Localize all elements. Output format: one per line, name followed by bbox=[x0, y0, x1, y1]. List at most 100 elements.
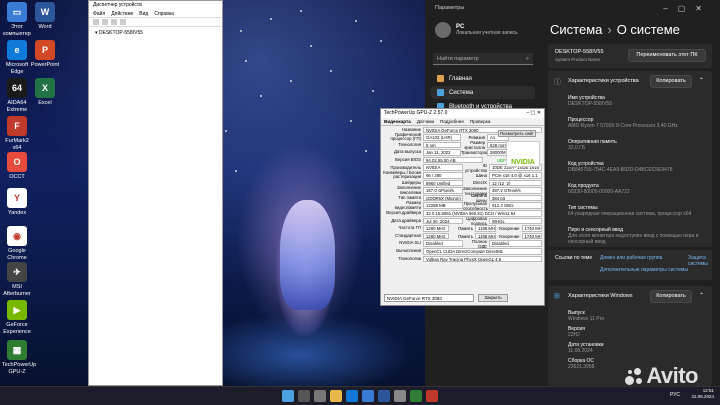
search-icon: ⌕ bbox=[525, 56, 529, 62]
desktop-icon[interactable]: F FurMark2 x64 bbox=[2, 116, 32, 151]
rename-pc-button[interactable]: Переименовать этот ПК bbox=[628, 49, 706, 62]
gpuz-label: Шина bbox=[475, 172, 487, 178]
link-domain[interactable]: Домен или рабочая группа bbox=[600, 255, 662, 261]
app-icon: P bbox=[35, 40, 55, 60]
desktop-icon[interactable]: ▭ Этот компьютер bbox=[2, 2, 32, 37]
gpuz-row: Конвейеры / Блоки растеризации 96 / 280 Ши… bbox=[381, 170, 544, 180]
desktop-icon[interactable]: e Microsoft Edge bbox=[2, 40, 32, 75]
gpuz-close-button[interactable]: Закрыть bbox=[478, 294, 508, 302]
menu-action[interactable]: Действие bbox=[111, 11, 133, 17]
clock[interactable]: 12:51 22.08.2024 bbox=[691, 388, 714, 400]
gpuz-value: 1740 MHz bbox=[521, 232, 542, 240]
gpu-select[interactable]: NVIDIA GeForce RTX 3080 bbox=[384, 294, 474, 302]
gpuz-value: 1188 MHz bbox=[475, 225, 496, 232]
tab-validation[interactable]: Проверка bbox=[470, 119, 491, 124]
gpuz-window-controls[interactable]: – ▢ ✕ bbox=[527, 110, 541, 117]
desktop-icon-label: Excel bbox=[38, 100, 52, 106]
page-title: О системе bbox=[616, 22, 680, 37]
star-dot bbox=[225, 130, 227, 132]
link-advanced-settings[interactable]: Дополнительные параметры системы bbox=[600, 267, 688, 273]
device-name-card: DESKTOP-558IV55 System Product Name Пере… bbox=[548, 44, 712, 68]
desktop-icon[interactable]: W Word bbox=[30, 2, 60, 31]
sidebar-item-label: Система bbox=[449, 89, 474, 96]
app-icon: ▶ bbox=[7, 300, 27, 320]
lookup-button[interactable]: Посмотреть сайт bbox=[498, 130, 536, 137]
desktop-icon-label: AIDA64 Extreme bbox=[6, 100, 28, 113]
spec-row: Код устройства DB845755-754C-4EA9-B92D-D4… bbox=[568, 161, 718, 173]
device-manager-toolbar bbox=[89, 18, 222, 27]
chevron-up-icon[interactable]: ⌃ bbox=[699, 292, 704, 299]
desktop-icon[interactable]: ✈ MSI Afterburner bbox=[2, 262, 32, 297]
desktop-icon[interactable]: 64 AIDA64 Extreme bbox=[2, 78, 32, 113]
tree-root-computer[interactable]: DESKTOP-558IV55 bbox=[99, 30, 143, 36]
properties-icon[interactable] bbox=[111, 19, 117, 25]
star-dot bbox=[372, 90, 374, 92]
start-button-icon[interactable] bbox=[282, 390, 294, 402]
breadcrumb-parent[interactable]: Система bbox=[550, 22, 602, 37]
menu-help[interactable]: Справка bbox=[154, 11, 174, 17]
desktop-icon[interactable]: P PowerPoint bbox=[30, 40, 60, 69]
gpuz-window[interactable]: TechPowerUp GPU-Z 2.57.0 – ▢ ✕ Видеокарт… bbox=[380, 108, 545, 306]
device-manager-window[interactable]: Диспетчер устройств Файл Действие Вид Сп… bbox=[88, 0, 223, 386]
menu-file[interactable]: Файл bbox=[93, 11, 105, 17]
user-type: Локальная учетная запись bbox=[456, 30, 518, 36]
menu-view[interactable]: Вид bbox=[139, 11, 148, 17]
sidebar-item[interactable]: Система bbox=[431, 86, 535, 99]
tab-sensors[interactable]: Датчики bbox=[417, 119, 434, 124]
settings-search-input[interactable]: Найти параметр ⌕ bbox=[433, 53, 533, 65]
avatar bbox=[435, 22, 451, 38]
desktop-icon[interactable]: O OCCT bbox=[2, 152, 32, 181]
back-icon[interactable] bbox=[93, 19, 99, 25]
spec-value: 22H2 bbox=[568, 332, 580, 338]
spec-row: Тип системы 64-разрядная операционная сис… bbox=[568, 205, 718, 217]
gpuz-taskbar-icon[interactable] bbox=[410, 390, 422, 402]
gpuz-bottom-bar: NVIDIA GeForce RTX 3080 Закрыть bbox=[384, 294, 508, 302]
edge-icon[interactable] bbox=[346, 390, 358, 402]
forward-icon[interactable] bbox=[102, 19, 108, 25]
task-view-icon[interactable] bbox=[314, 390, 326, 402]
gpuz-row: Технологии Vulkan Ray Tracing PhysX OpenG… bbox=[381, 255, 544, 263]
desktop-icon-label: MSI Afterburner bbox=[3, 284, 31, 297]
help-icon[interactable] bbox=[120, 19, 126, 25]
app-icon: ◉ bbox=[7, 226, 27, 246]
gpuz-row: Вычисления OpenCL CUDA DirectCompute Dire… bbox=[381, 248, 544, 256]
settings-title: Параметры bbox=[435, 5, 465, 11]
link-system-protection[interactable]: Защита системы bbox=[688, 255, 712, 267]
desktop-icon[interactable]: ◉ Google Chrome bbox=[2, 226, 32, 261]
desktop-icon[interactable]: ▦ TechPowerUp GPU-Z bbox=[2, 340, 36, 375]
language-indicator[interactable]: РУС bbox=[670, 392, 680, 398]
wallpaper-figure bbox=[280, 200, 335, 310]
device-manager-taskbar-icon[interactable] bbox=[426, 390, 438, 402]
copy-specs-button[interactable]: Копировать bbox=[650, 75, 692, 88]
device-tree: ▾ DESKTOP-558IV55 bbox=[89, 27, 222, 39]
chevron-up-icon[interactable]: ⌃ bbox=[699, 77, 704, 84]
tab-graphics-card[interactable]: Видеокарта bbox=[384, 119, 411, 124]
file-explorer-icon[interactable] bbox=[330, 390, 342, 402]
spec-row: Версия 22H2 bbox=[568, 326, 718, 338]
windows-specs-heading: Характеристики Windows bbox=[568, 293, 633, 299]
gpuz-value: 96 / 280 bbox=[423, 172, 463, 179]
gpuz-value: 1740 MHz bbox=[521, 225, 542, 232]
star-dot bbox=[365, 150, 367, 152]
gpuz-label: Ускорение bbox=[498, 233, 520, 239]
gpuz-value: 384 bit bbox=[489, 194, 542, 202]
tab-advanced[interactable]: Подробнее bbox=[440, 119, 464, 124]
word-taskbar-icon[interactable] bbox=[378, 390, 390, 402]
gpuz-value: 8 nm bbox=[423, 141, 461, 149]
desktop-icon[interactable]: X Excel bbox=[30, 78, 60, 107]
user-profile[interactable]: PC Локальная учетная запись bbox=[435, 22, 518, 38]
app-icon: X bbox=[35, 78, 55, 98]
sidebar-item[interactable]: Главная bbox=[431, 72, 535, 85]
app-icon: ▭ bbox=[7, 2, 27, 22]
nvidia-logo: NVIDIA bbox=[506, 141, 540, 167]
settings-taskbar-icon[interactable] bbox=[394, 390, 406, 402]
desktop-icon[interactable]: ▶ GeForce Experience bbox=[2, 300, 32, 335]
search-taskbar-icon[interactable] bbox=[298, 390, 310, 402]
desktop-icon[interactable]: Y Yandex bbox=[2, 188, 32, 217]
copy-windows-button[interactable]: Копировать bbox=[650, 290, 692, 303]
star-dot bbox=[350, 120, 352, 122]
gpuz-label: Транзисторов bbox=[461, 150, 489, 156]
store-icon[interactable] bbox=[362, 390, 374, 402]
gpuz-value: Disabled bbox=[489, 240, 542, 247]
related-links: Ссылки по теме Домен или рабочая группа … bbox=[548, 250, 712, 280]
